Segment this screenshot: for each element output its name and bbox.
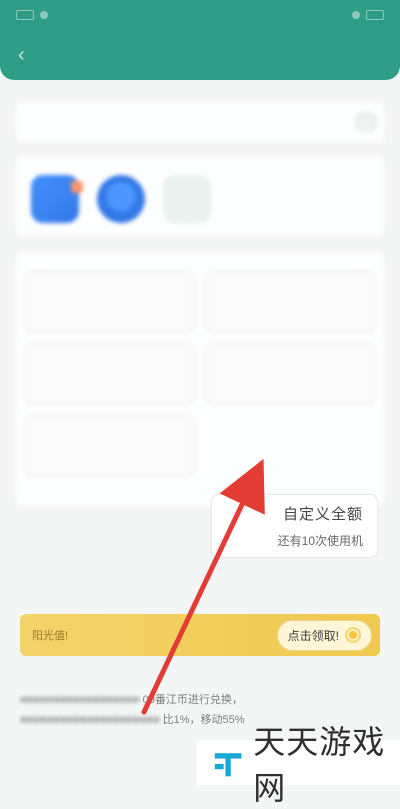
signal-icon: [16, 10, 34, 20]
payment-app-icon-1[interactable]: [31, 175, 83, 223]
footer-note-line1-text: 00番江币进行兑换，: [142, 694, 243, 706]
payment-methods-section: [14, 154, 386, 238]
promo-banner[interactable]: 阳光值! 点击领取!: [20, 614, 380, 656]
footer-note-blurred: ■■■■■■■■■■■■■■■■■■: [20, 694, 140, 706]
status-right: [352, 10, 384, 20]
promo-banner-text: 阳光值!: [32, 630, 69, 642]
battery-icon: [352, 11, 360, 19]
coin-icon: [345, 627, 361, 643]
status-bar: [0, 0, 400, 30]
status-left: [16, 10, 48, 20]
claim-button[interactable]: 点击领取!: [276, 619, 372, 651]
footer-note-line2-text: 比1%，移动55%: [162, 714, 245, 726]
redeem-option[interactable]: [25, 271, 195, 333]
redeem-options-section: [14, 250, 386, 508]
custom-amount-title: 自定义全额: [282, 506, 363, 523]
payment-icons: [25, 175, 375, 223]
payment-app-icon-2[interactable]: [97, 175, 145, 223]
redeem-option[interactable]: [205, 343, 375, 405]
content-blurred: [0, 80, 400, 508]
redeem-option[interactable]: [205, 271, 375, 333]
custom-amount-card[interactable]: 自定义全额 还有10次使用机: [211, 494, 378, 558]
wifi-icon: [366, 10, 384, 20]
watermark-logo: [214, 752, 242, 776]
back-icon[interactable]: ‹: [18, 44, 58, 67]
payment-app-icon-3[interactable]: [163, 175, 211, 223]
redeem-option[interactable]: [25, 415, 195, 477]
watermark: 天天游戏网: [197, 723, 400, 807]
redeem-option[interactable]: [25, 343, 195, 405]
watermark-text: 天天游戏网: [253, 722, 386, 807]
custom-amount-subtitle: 还有10次使用机: [277, 534, 363, 548]
app-bar: ‹: [0, 30, 400, 80]
phone-screen: ‹ 自定义全额 还有10次使用机 阳光值! 点击领取! ■■■■■■■■■■■■…: [0, 0, 400, 807]
account-action-button[interactable]: [355, 113, 377, 131]
claim-button-label: 点击领取!: [287, 628, 339, 643]
footer-note-line: ■■■■■■■■■■■■■■■■■■ 00番江币进行兑换，: [20, 690, 380, 710]
status-dot-icon: [40, 11, 48, 19]
footer-note-blurred: ■■■■■■■■■■■■■■■■■■■■■: [20, 714, 160, 726]
redeem-options-grid: [25, 271, 375, 477]
account-row: [14, 100, 386, 144]
